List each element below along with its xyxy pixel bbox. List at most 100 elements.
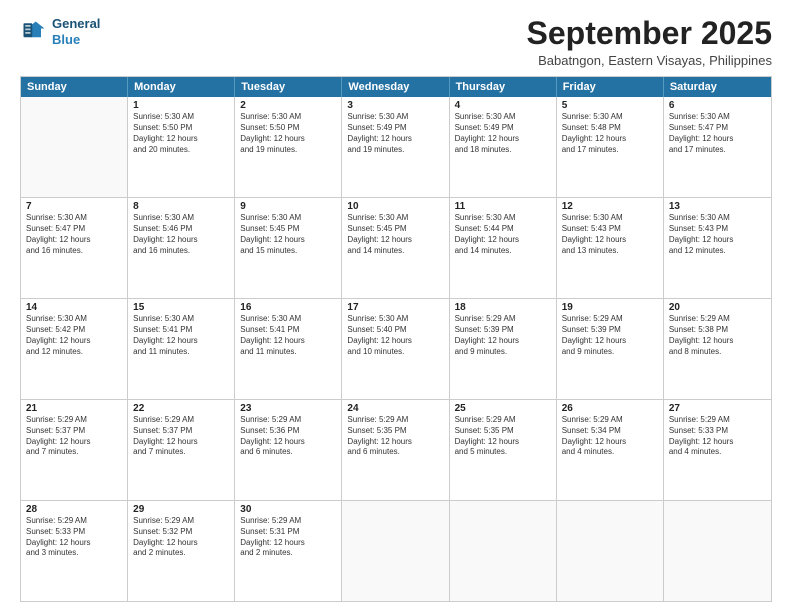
cell-info: Sunrise: 5:29 AM Sunset: 5:34 PM Dayligh… (562, 415, 658, 458)
day-number: 23 (240, 403, 336, 414)
cell-info: Sunrise: 5:29 AM Sunset: 5:39 PM Dayligh… (455, 314, 551, 357)
calendar-cell (664, 501, 771, 601)
cell-info: Sunrise: 5:30 AM Sunset: 5:45 PM Dayligh… (240, 213, 336, 256)
logo: General Blue (20, 16, 100, 47)
header-day-sunday: Sunday (21, 77, 128, 97)
day-number: 24 (347, 403, 443, 414)
day-number: 1 (133, 100, 229, 111)
calendar: SundayMondayTuesdayWednesdayThursdayFrid… (20, 76, 772, 602)
calendar-body: 1Sunrise: 5:30 AM Sunset: 5:50 PM Daylig… (21, 97, 771, 601)
cell-info: Sunrise: 5:30 AM Sunset: 5:47 PM Dayligh… (669, 112, 766, 155)
calendar-cell: 23Sunrise: 5:29 AM Sunset: 5:36 PM Dayli… (235, 400, 342, 500)
calendar-cell: 20Sunrise: 5:29 AM Sunset: 5:38 PM Dayli… (664, 299, 771, 399)
calendar-cell: 15Sunrise: 5:30 AM Sunset: 5:41 PM Dayli… (128, 299, 235, 399)
page: General Blue September 2025 Babatngon, E… (0, 0, 792, 612)
day-number: 13 (669, 201, 766, 212)
day-number: 18 (455, 302, 551, 313)
logo-icon (20, 18, 48, 46)
cell-info: Sunrise: 5:30 AM Sunset: 5:44 PM Dayligh… (455, 213, 551, 256)
cell-info: Sunrise: 5:29 AM Sunset: 5:37 PM Dayligh… (133, 415, 229, 458)
calendar-cell: 5Sunrise: 5:30 AM Sunset: 5:48 PM Daylig… (557, 97, 664, 197)
day-number: 26 (562, 403, 658, 414)
day-number: 3 (347, 100, 443, 111)
day-number: 16 (240, 302, 336, 313)
day-number: 21 (26, 403, 122, 414)
calendar-cell (557, 501, 664, 601)
day-number: 20 (669, 302, 766, 313)
cell-info: Sunrise: 5:30 AM Sunset: 5:47 PM Dayligh… (26, 213, 122, 256)
calendar-cell: 28Sunrise: 5:29 AM Sunset: 5:33 PM Dayli… (21, 501, 128, 601)
day-number: 17 (347, 302, 443, 313)
day-number: 10 (347, 201, 443, 212)
day-number: 22 (133, 403, 229, 414)
day-number: 19 (562, 302, 658, 313)
day-number: 12 (562, 201, 658, 212)
cell-info: Sunrise: 5:30 AM Sunset: 5:41 PM Dayligh… (240, 314, 336, 357)
calendar-cell: 26Sunrise: 5:29 AM Sunset: 5:34 PM Dayli… (557, 400, 664, 500)
cell-info: Sunrise: 5:29 AM Sunset: 5:31 PM Dayligh… (240, 516, 336, 559)
calendar-cell: 12Sunrise: 5:30 AM Sunset: 5:43 PM Dayli… (557, 198, 664, 298)
subtitle: Babatngon, Eastern Visayas, Philippines (527, 53, 772, 68)
cell-info: Sunrise: 5:30 AM Sunset: 5:40 PM Dayligh… (347, 314, 443, 357)
day-number: 27 (669, 403, 766, 414)
calendar-row-3: 21Sunrise: 5:29 AM Sunset: 5:37 PM Dayli… (21, 399, 771, 500)
month-title: September 2025 (527, 16, 772, 51)
cell-info: Sunrise: 5:30 AM Sunset: 5:43 PM Dayligh… (562, 213, 658, 256)
cell-info: Sunrise: 5:30 AM Sunset: 5:41 PM Dayligh… (133, 314, 229, 357)
cell-info: Sunrise: 5:29 AM Sunset: 5:36 PM Dayligh… (240, 415, 336, 458)
header-day-wednesday: Wednesday (342, 77, 449, 97)
calendar-cell: 8Sunrise: 5:30 AM Sunset: 5:46 PM Daylig… (128, 198, 235, 298)
day-number: 8 (133, 201, 229, 212)
calendar-cell (342, 501, 449, 601)
cell-info: Sunrise: 5:29 AM Sunset: 5:33 PM Dayligh… (669, 415, 766, 458)
cell-info: Sunrise: 5:30 AM Sunset: 5:50 PM Dayligh… (240, 112, 336, 155)
title-block: September 2025 Babatngon, Eastern Visaya… (527, 16, 772, 68)
cell-info: Sunrise: 5:30 AM Sunset: 5:43 PM Dayligh… (669, 213, 766, 256)
calendar-row-1: 7Sunrise: 5:30 AM Sunset: 5:47 PM Daylig… (21, 197, 771, 298)
calendar-row-0: 1Sunrise: 5:30 AM Sunset: 5:50 PM Daylig… (21, 97, 771, 197)
cell-info: Sunrise: 5:30 AM Sunset: 5:46 PM Dayligh… (133, 213, 229, 256)
header-day-saturday: Saturday (664, 77, 771, 97)
calendar-cell: 2Sunrise: 5:30 AM Sunset: 5:50 PM Daylig… (235, 97, 342, 197)
calendar-cell: 11Sunrise: 5:30 AM Sunset: 5:44 PM Dayli… (450, 198, 557, 298)
day-number: 11 (455, 201, 551, 212)
day-number: 28 (26, 504, 122, 515)
calendar-cell: 14Sunrise: 5:30 AM Sunset: 5:42 PM Dayli… (21, 299, 128, 399)
calendar-header: SundayMondayTuesdayWednesdayThursdayFrid… (21, 77, 771, 97)
day-number: 29 (133, 504, 229, 515)
cell-info: Sunrise: 5:29 AM Sunset: 5:37 PM Dayligh… (26, 415, 122, 458)
day-number: 9 (240, 201, 336, 212)
cell-info: Sunrise: 5:29 AM Sunset: 5:38 PM Dayligh… (669, 314, 766, 357)
calendar-cell: 6Sunrise: 5:30 AM Sunset: 5:47 PM Daylig… (664, 97, 771, 197)
cell-info: Sunrise: 5:30 AM Sunset: 5:49 PM Dayligh… (347, 112, 443, 155)
day-number: 6 (669, 100, 766, 111)
calendar-cell: 7Sunrise: 5:30 AM Sunset: 5:47 PM Daylig… (21, 198, 128, 298)
day-number: 5 (562, 100, 658, 111)
calendar-cell: 29Sunrise: 5:29 AM Sunset: 5:32 PM Dayli… (128, 501, 235, 601)
cell-info: Sunrise: 5:29 AM Sunset: 5:32 PM Dayligh… (133, 516, 229, 559)
calendar-cell (21, 97, 128, 197)
calendar-cell: 4Sunrise: 5:30 AM Sunset: 5:49 PM Daylig… (450, 97, 557, 197)
day-number: 14 (26, 302, 122, 313)
calendar-cell (450, 501, 557, 601)
cell-info: Sunrise: 5:30 AM Sunset: 5:42 PM Dayligh… (26, 314, 122, 357)
cell-info: Sunrise: 5:29 AM Sunset: 5:35 PM Dayligh… (455, 415, 551, 458)
cell-info: Sunrise: 5:29 AM Sunset: 5:33 PM Dayligh… (26, 516, 122, 559)
calendar-cell: 19Sunrise: 5:29 AM Sunset: 5:39 PM Dayli… (557, 299, 664, 399)
day-number: 25 (455, 403, 551, 414)
cell-info: Sunrise: 5:30 AM Sunset: 5:49 PM Dayligh… (455, 112, 551, 155)
header: General Blue September 2025 Babatngon, E… (20, 16, 772, 68)
header-day-thursday: Thursday (450, 77, 557, 97)
cell-info: Sunrise: 5:30 AM Sunset: 5:45 PM Dayligh… (347, 213, 443, 256)
calendar-cell: 21Sunrise: 5:29 AM Sunset: 5:37 PM Dayli… (21, 400, 128, 500)
calendar-cell: 1Sunrise: 5:30 AM Sunset: 5:50 PM Daylig… (128, 97, 235, 197)
calendar-cell: 13Sunrise: 5:30 AM Sunset: 5:43 PM Dayli… (664, 198, 771, 298)
logo-text: General Blue (52, 16, 100, 47)
day-number: 30 (240, 504, 336, 515)
cell-info: Sunrise: 5:30 AM Sunset: 5:48 PM Dayligh… (562, 112, 658, 155)
calendar-row-2: 14Sunrise: 5:30 AM Sunset: 5:42 PM Dayli… (21, 298, 771, 399)
calendar-cell: 27Sunrise: 5:29 AM Sunset: 5:33 PM Dayli… (664, 400, 771, 500)
calendar-cell: 10Sunrise: 5:30 AM Sunset: 5:45 PM Dayli… (342, 198, 449, 298)
day-number: 2 (240, 100, 336, 111)
cell-info: Sunrise: 5:30 AM Sunset: 5:50 PM Dayligh… (133, 112, 229, 155)
